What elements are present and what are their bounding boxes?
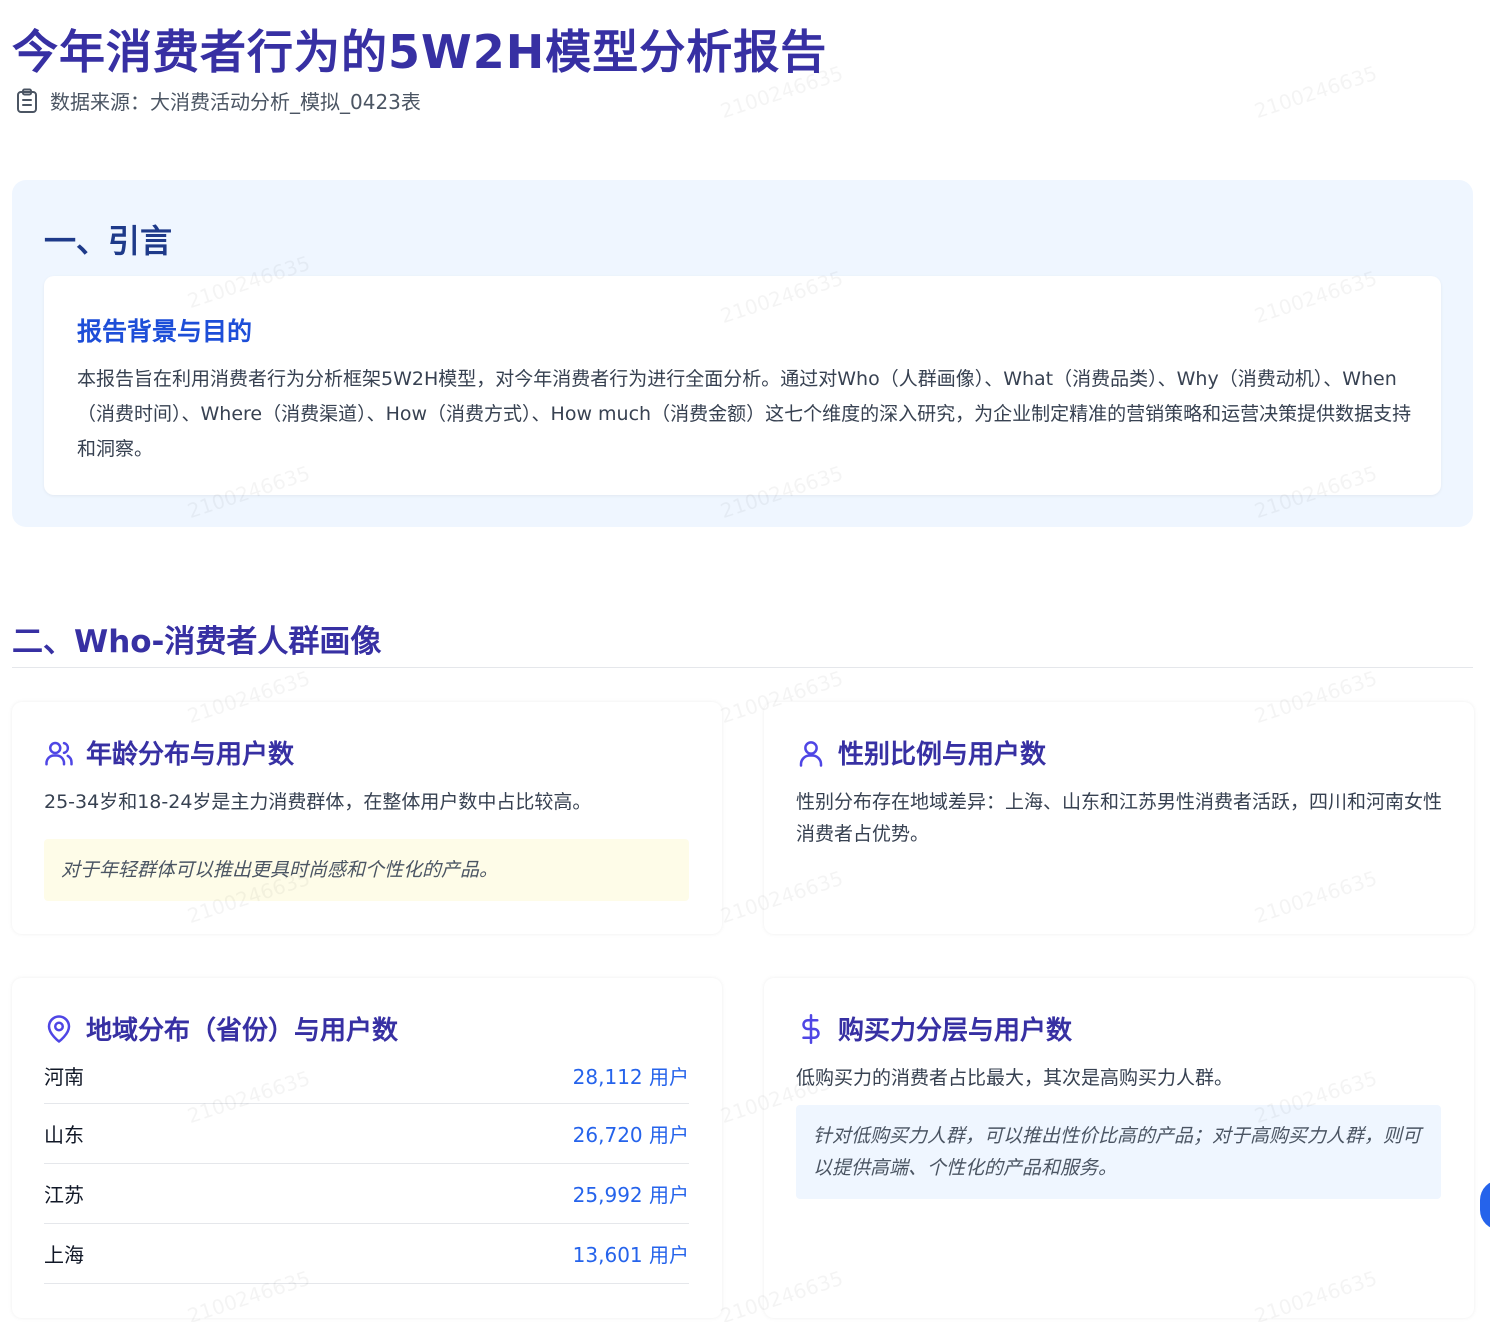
intro-heading: 一、引言 — [44, 222, 173, 260]
map-pin-icon — [47, 1014, 71, 1043]
region-name: 上海 — [44, 1243, 84, 1267]
age-card-text: 25-34岁和18-24岁是主力消费群体，在整体用户数中占比较高。 — [44, 791, 592, 813]
data-source-text: 数据来源：大消费活动分析_模拟_0423表 — [50, 90, 421, 114]
users-icon — [45, 741, 73, 765]
user-icon — [799, 740, 823, 767]
dollar-icon — [802, 1013, 820, 1044]
purchase-card: 购买力分层与用户数 低购买力的消费者占比最大，其次是高购买力人群。 针对低购买力… — [764, 978, 1474, 1318]
gender-card-title: 性别比例与用户数 — [838, 740, 1047, 770]
gender-card-header: 性别比例与用户数 — [796, 734, 1046, 771]
region-value: 13,601 用户 — [572, 1243, 689, 1267]
list-item: 江苏 25,992 用户 — [44, 1164, 689, 1224]
list-item: 上海 13,601 用户 — [44, 1224, 689, 1284]
purchase-card-text: 低购买力的消费者占比最大，其次是高购买力人群。 — [796, 1067, 1234, 1089]
region-name: 江苏 — [44, 1183, 84, 1207]
age-card-header: 年龄分布与用户数 — [44, 734, 294, 771]
region-value: 25,992 用户 — [572, 1183, 689, 1207]
purchase-card-header: 购买力分层与用户数 — [796, 1010, 1072, 1047]
region-value: 28,112 用户 — [572, 1065, 689, 1089]
intro-card: 报告背景与目的 本报告旨在利用消费者行为分析框架5W2H模型，对今年消费者行为进… — [44, 276, 1441, 495]
floating-action-button[interactable] — [1480, 1180, 1490, 1230]
section-divider — [12, 667, 1473, 668]
purchase-card-title: 购买力分层与用户数 — [838, 1016, 1073, 1046]
age-card-title: 年龄分布与用户数 — [86, 740, 295, 770]
who-heading: 二、Who-消费者人群画像 — [12, 624, 382, 660]
region-card-header: 地域分布（省份）与用户数 — [44, 1010, 398, 1047]
region-card-title: 地域分布（省份）与用户数 — [86, 1016, 399, 1046]
list-item: 河南 28,112 用户 — [44, 1048, 689, 1104]
data-source: 数据来源：大消费活动分析_模拟_0423表 — [16, 86, 421, 115]
purchase-card-note: 针对低购买力人群，可以推出性价比高的产品；对于高购买力人群，则可以提供高端、个性… — [796, 1105, 1441, 1199]
intro-card-title: 报告背景与目的 — [77, 317, 253, 346]
list-item: 山东 26,720 用户 — [44, 1104, 689, 1164]
age-card: 年龄分布与用户数 25-34岁和18-24岁是主力消费群体，在整体用户数中占比较… — [12, 702, 722, 934]
region-value: 26,720 用户 — [572, 1123, 689, 1147]
region-name: 山东 — [44, 1123, 84, 1147]
clipboard-icon — [17, 88, 37, 113]
report-title: 今年消费者行为的5W2H模型分析报告 — [12, 25, 828, 79]
watermark: 2100246635 — [1251, 61, 1379, 123]
region-list: 河南 28,112 用户 山东 26,720 用户 江苏 25,992 用户 上… — [44, 1048, 689, 1284]
gender-card: 性别比例与用户数 性别分布存在地域差异：上海、山东和江苏男性消费者活跃，四川和河… — [764, 702, 1474, 934]
region-card: 地域分布（省份）与用户数 河南 28,112 用户 山东 26,720 用户 江… — [12, 978, 722, 1318]
age-card-note: 对于年轻群体可以推出更具时尚感和个性化的产品。 — [44, 839, 689, 901]
intro-section: 一、引言 报告背景与目的 本报告旨在利用消费者行为分析框架5W2H模型，对今年消… — [12, 180, 1473, 527]
intro-card-text: 本报告旨在利用消费者行为分析框架5W2H模型，对今年消费者行为进行全面分析。通过… — [77, 368, 1412, 460]
region-name: 河南 — [44, 1065, 84, 1089]
gender-card-text: 性别分布存在地域差异：上海、山东和江苏男性消费者活跃，四川和河南女性消费者占优势… — [796, 791, 1443, 845]
